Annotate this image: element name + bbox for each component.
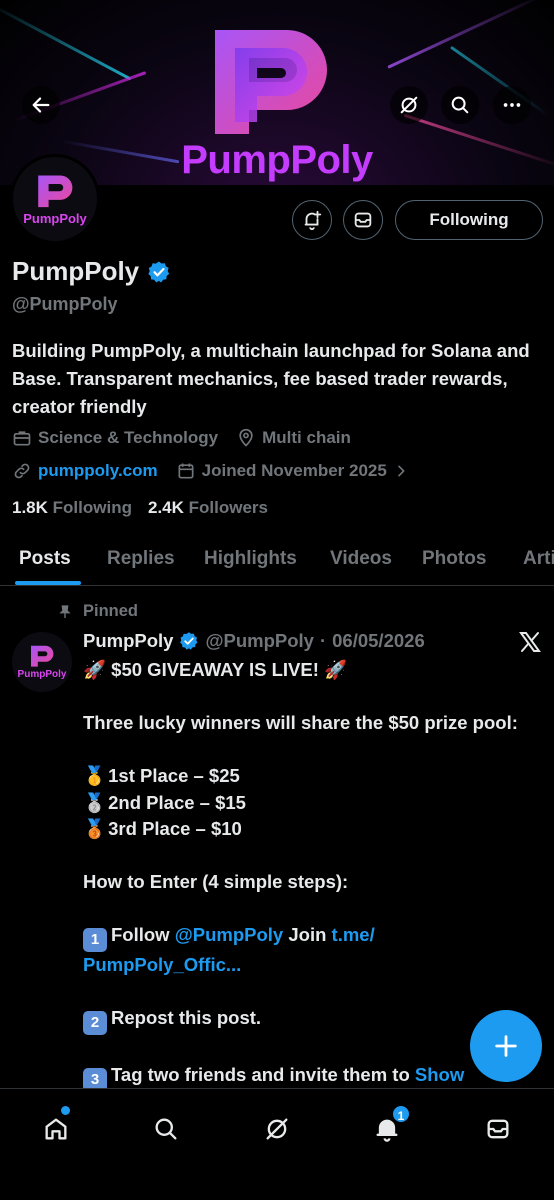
envelope-icon — [487, 1119, 509, 1139]
profile-joined-date[interactable]: Joined November 2025 — [202, 461, 387, 481]
mention-link[interactable]: @PumpPoly — [175, 924, 284, 945]
bronze-medal-icon: 🥉 — [83, 818, 107, 839]
step-1-join-text: Join — [288, 924, 327, 945]
grok-icon — [266, 1118, 288, 1140]
step-1: 1 Follow @PumpPoly Join t.me/ PumpPoly_Of… — [83, 922, 533, 979]
back-button[interactable] — [22, 86, 60, 124]
tab-photos[interactable]: Photos — [422, 548, 486, 570]
plus-icon — [495, 1035, 517, 1057]
post-author-avatar[interactable]: PumpPoly — [12, 632, 72, 692]
pinned-label: Pinned — [57, 602, 138, 621]
pumppoly-logo-icon — [215, 30, 327, 134]
step-2-text: Repost this post. — [111, 1007, 262, 1028]
gold-medal-icon: 🥇 — [83, 765, 107, 786]
prize-first: 🥇 1st Place – $25 — [83, 763, 533, 790]
verified-badge-icon — [180, 632, 198, 650]
more-dots-icon — [503, 103, 521, 107]
followers-label: Followers — [188, 498, 268, 517]
prize-third-text: 3rd Place – $10 — [108, 818, 242, 839]
search-icon — [451, 96, 469, 114]
show-more-link[interactable]: Show — [415, 1064, 464, 1085]
more-options-button[interactable] — [493, 86, 531, 124]
followers-count: 2.4K — [147, 498, 184, 517]
notification-count-badge: 1 — [391, 1104, 411, 1124]
home-icon — [45, 1118, 67, 1140]
tab-highlights[interactable]: Highlights — [204, 548, 297, 570]
link-icon — [14, 463, 30, 479]
grok-icon — [400, 96, 418, 114]
tab-replies[interactable]: Replies — [107, 548, 175, 570]
tab-articles[interactable]: Articles — [523, 548, 554, 570]
post-separator: · — [319, 630, 327, 651]
profile-category[interactable]: Science & Technology — [38, 428, 218, 448]
prize-third: 🥉 3rd Place – $10 — [83, 816, 533, 843]
home-unread-dot — [61, 1106, 70, 1115]
profile-location: Multi chain — [262, 428, 351, 447]
profile-meta-row-1: Science & Technology Multi chain — [12, 428, 351, 448]
tab-videos[interactable]: Videos — [330, 548, 392, 570]
pin-icon — [59, 604, 71, 618]
profile-meta-row-2: pumppoly.com Joined November 2025 — [12, 461, 409, 481]
step-3-text: Tag two friends and invite them to — [111, 1063, 410, 1085]
following-label: Following — [52, 498, 132, 517]
search-icon — [155, 1118, 177, 1140]
profile-name-text: PumpPoly — [12, 256, 140, 286]
following-count: 1.8K — [12, 498, 48, 517]
post-avatar-brand-label: PumpPoly — [17, 669, 67, 680]
profile-tabs: Posts Replies Highlights Videos Photos A… — [0, 538, 554, 586]
banner-streak — [0, 2, 132, 81]
profile-avatar[interactable]: PumpPoly — [10, 154, 100, 244]
profile-name: PumpPoly — [12, 256, 171, 287]
envelope-icon — [354, 212, 372, 228]
bell-plus-icon — [304, 210, 322, 231]
calendar-icon — [178, 463, 194, 479]
prize-first-text: 1st Place – $25 — [108, 765, 240, 786]
following-count-link[interactable]: 1.8K Following — [12, 498, 132, 518]
avatar-brand-label: PumpPoly — [23, 210, 87, 226]
arrow-left-icon — [32, 97, 50, 113]
active-tab-indicator — [15, 581, 81, 585]
post-intro: Three lucky winners will share the $50 p… — [83, 712, 518, 733]
grok-button[interactable] — [390, 86, 428, 124]
prize-second: 🥈 2nd Place – $15 — [83, 790, 533, 817]
post-headline: 🚀 $50 GIVEAWAY IS LIVE! 🚀 — [83, 659, 348, 680]
post-date[interactable]: 06/05/2026 — [332, 630, 425, 652]
keycap-2-icon: 2 — [83, 1011, 107, 1035]
nav-search[interactable] — [146, 1109, 186, 1149]
post-avatar-logo-icon — [31, 645, 54, 667]
followers-count-link[interactable]: 2.4K Followers — [148, 498, 268, 518]
post-author-handle[interactable]: @PumpPoly — [205, 630, 314, 652]
profile-bio: Building PumpPoly, a multichain launchpa… — [12, 340, 530, 417]
post-body[interactable]: 🚀 $50 GIVEAWAY IS LIVE! 🚀 Three lucky wi… — [83, 657, 533, 1092]
step-2: 2 Repost this post. — [83, 1005, 533, 1035]
step-1-text: Follow — [111, 924, 170, 945]
prize-second-text: 2nd Place – $15 — [108, 791, 246, 813]
following-button[interactable]: Following — [395, 200, 543, 240]
nav-home[interactable] — [36, 1109, 76, 1149]
avatar-logo-icon — [38, 174, 73, 207]
bottom-navigation: 1 — [0, 1088, 554, 1200]
follow-counts: 1.8K Following 2.4K Followers — [12, 498, 268, 518]
post-header: PumpPoly @PumpPoly · 06/05/2026 — [83, 630, 425, 652]
x-logo-icon — [519, 632, 541, 652]
keycap-1-icon: 1 — [83, 928, 107, 952]
silver-medal-icon: 🥈 — [83, 791, 107, 813]
pinned-text: Pinned — [83, 602, 139, 620]
notify-bell-button[interactable] — [292, 200, 332, 240]
tab-posts[interactable]: Posts — [19, 548, 71, 570]
compose-post-button[interactable] — [470, 1010, 542, 1082]
post-author-name[interactable]: PumpPoly — [83, 630, 173, 652]
step-3: 3 Tag two friends and invite them to Show — [83, 1062, 533, 1092]
how-to-enter: How to Enter (4 simple steps): — [83, 871, 349, 892]
message-button[interactable] — [343, 200, 383, 240]
profile-website-link[interactable]: pumppoly.com — [38, 461, 158, 481]
nav-grok[interactable] — [257, 1109, 297, 1149]
chevron-right-icon[interactable] — [393, 463, 409, 479]
briefcase-icon — [13, 431, 31, 446]
profile-handle: @PumpPoly — [12, 294, 118, 314]
nav-messages[interactable] — [478, 1109, 518, 1149]
location-pin-icon — [239, 428, 253, 447]
search-button[interactable] — [441, 86, 479, 124]
verified-badge-icon[interactable] — [147, 260, 171, 284]
